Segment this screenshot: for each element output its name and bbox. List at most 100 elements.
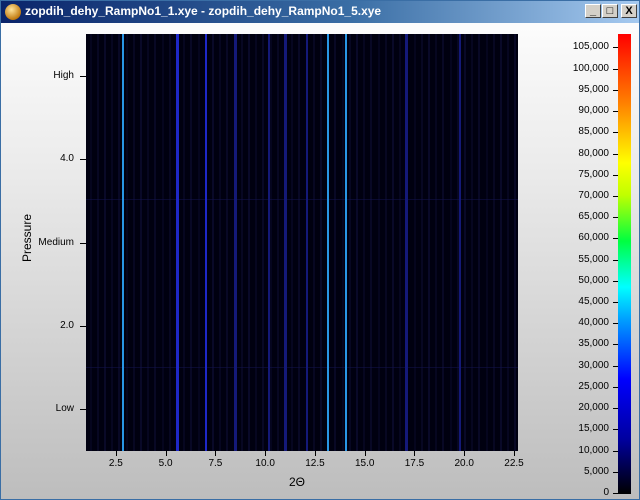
minimize-button[interactable]: _ bbox=[585, 4, 601, 18]
colorbar-tick-label: 60,000 bbox=[578, 232, 609, 244]
background-stripe bbox=[485, 34, 488, 451]
colorbar-tick-label: 40,000 bbox=[578, 317, 609, 329]
colorbar-tick bbox=[613, 386, 618, 388]
y-tick-label: 4.0 bbox=[60, 153, 74, 164]
colorbar-tick bbox=[613, 111, 618, 113]
colorbar-tick bbox=[613, 408, 618, 410]
colorbar-tick bbox=[613, 68, 618, 70]
background-stripe bbox=[464, 34, 466, 451]
peak-line bbox=[305, 34, 308, 451]
y-tick bbox=[80, 409, 86, 410]
background-stripe bbox=[212, 34, 214, 451]
colorbar-tick-label: 45,000 bbox=[578, 296, 609, 308]
background-stripe bbox=[370, 34, 373, 451]
y-tick-label: Medium bbox=[38, 237, 74, 248]
x-tick bbox=[165, 451, 167, 456]
background-stripe bbox=[132, 34, 135, 451]
y-axis-title: Pressure bbox=[20, 213, 34, 263]
background-stripe bbox=[341, 34, 344, 451]
colorbar-tick-label: 0 bbox=[603, 487, 609, 498]
background-stripe bbox=[89, 34, 92, 451]
colorbar-tick-label: 20,000 bbox=[578, 402, 609, 414]
background-stripe bbox=[219, 34, 222, 451]
background-stripe bbox=[125, 34, 128, 451]
background-stripe bbox=[356, 34, 358, 451]
background-stripe bbox=[478, 34, 481, 451]
background-stripe bbox=[262, 34, 265, 451]
y-tick-label: Low bbox=[55, 403, 74, 414]
background-stripe bbox=[428, 34, 430, 451]
colorbar-tick bbox=[613, 153, 618, 155]
peak-line bbox=[205, 34, 208, 451]
background-stripe bbox=[118, 34, 121, 451]
background-stripe bbox=[471, 34, 474, 451]
heatmap-plot-area[interactable] bbox=[86, 34, 518, 451]
x-tick bbox=[464, 451, 466, 456]
x-tick bbox=[414, 451, 416, 456]
window-title: zopdih_dehy_RampNo1_1.xye - zopdih_dehy_… bbox=[25, 4, 382, 18]
app-orb-icon[interactable] bbox=[5, 4, 21, 20]
colorbar-tick-label: 55,000 bbox=[578, 253, 609, 265]
peak-line bbox=[326, 34, 329, 451]
colorbar-tick bbox=[613, 450, 618, 452]
x-axis-title: 2Θ bbox=[289, 475, 306, 489]
maximize-button[interactable]: □ bbox=[602, 4, 618, 18]
background-stripe bbox=[147, 34, 150, 451]
background-stripe bbox=[197, 34, 200, 451]
colorbar-tick bbox=[613, 132, 618, 134]
x-tick-label: 15.0 bbox=[354, 458, 375, 469]
close-button[interactable]: X bbox=[621, 4, 637, 18]
background-stripe bbox=[377, 34, 380, 451]
background-stripe bbox=[104, 34, 106, 451]
title-bar[interactable]: zopdih_dehy_RampNo1_1.xye - zopdih_dehy_… bbox=[1, 1, 639, 23]
background-stripe bbox=[392, 34, 394, 451]
background-stripe bbox=[298, 34, 301, 451]
background-stripe bbox=[248, 34, 250, 451]
colorbar-tick-label: 25,000 bbox=[578, 380, 609, 392]
colorbar-tick bbox=[613, 344, 618, 346]
x-tick bbox=[314, 451, 316, 456]
colorbar-tick bbox=[613, 365, 618, 367]
colorbar-tick-label: 85,000 bbox=[578, 126, 609, 138]
colorbar-tick bbox=[613, 471, 618, 473]
colorbar-tick bbox=[613, 47, 618, 49]
background-stripe bbox=[413, 34, 416, 451]
background-stripe bbox=[435, 34, 438, 451]
background-stripe bbox=[348, 34, 351, 451]
colorbar-tick-label: 15,000 bbox=[578, 423, 609, 435]
colorbar-tick bbox=[613, 493, 618, 494]
background-stripe bbox=[420, 34, 423, 451]
colorbar-tick bbox=[613, 174, 618, 176]
colorbar-tick bbox=[613, 217, 618, 219]
background-stripe bbox=[449, 34, 452, 451]
x-tick bbox=[215, 451, 217, 456]
x-tick-label: 5.0 bbox=[158, 458, 173, 469]
colorbar-tick bbox=[613, 323, 618, 325]
colorbar-tick bbox=[613, 259, 618, 261]
app-window: zopdih_dehy_RampNo1_1.xye - zopdih_dehy_… bbox=[0, 0, 640, 500]
background-stripe bbox=[334, 34, 337, 451]
colorbar-tick bbox=[613, 429, 618, 431]
colorbar-tick-label: 65,000 bbox=[578, 211, 609, 223]
colorbar-tick-label: 50,000 bbox=[578, 274, 609, 286]
background-stripe bbox=[492, 34, 495, 451]
colorbar-tick-label: 5,000 bbox=[583, 465, 609, 477]
background-stripe bbox=[312, 34, 315, 451]
peak-line bbox=[176, 34, 180, 451]
background-stripe bbox=[291, 34, 294, 451]
y-tick bbox=[80, 326, 86, 327]
background-stripe bbox=[255, 34, 258, 451]
x-tick bbox=[364, 451, 366, 456]
colorbar-tick-label: 70,000 bbox=[578, 189, 609, 201]
background-stripe bbox=[226, 34, 229, 451]
background-stripe bbox=[96, 34, 99, 451]
colorbar-tick-label: 80,000 bbox=[578, 147, 609, 159]
colorbar-tick bbox=[613, 238, 618, 240]
x-tick bbox=[514, 451, 516, 456]
background-stripe bbox=[161, 34, 164, 451]
peak-line bbox=[405, 34, 409, 451]
x-tick-label: 22.5 bbox=[504, 458, 524, 469]
colorbar-tick-label: 30,000 bbox=[578, 359, 609, 371]
colorbar-tick-label: 35,000 bbox=[578, 338, 609, 350]
background-stripe bbox=[514, 34, 517, 451]
